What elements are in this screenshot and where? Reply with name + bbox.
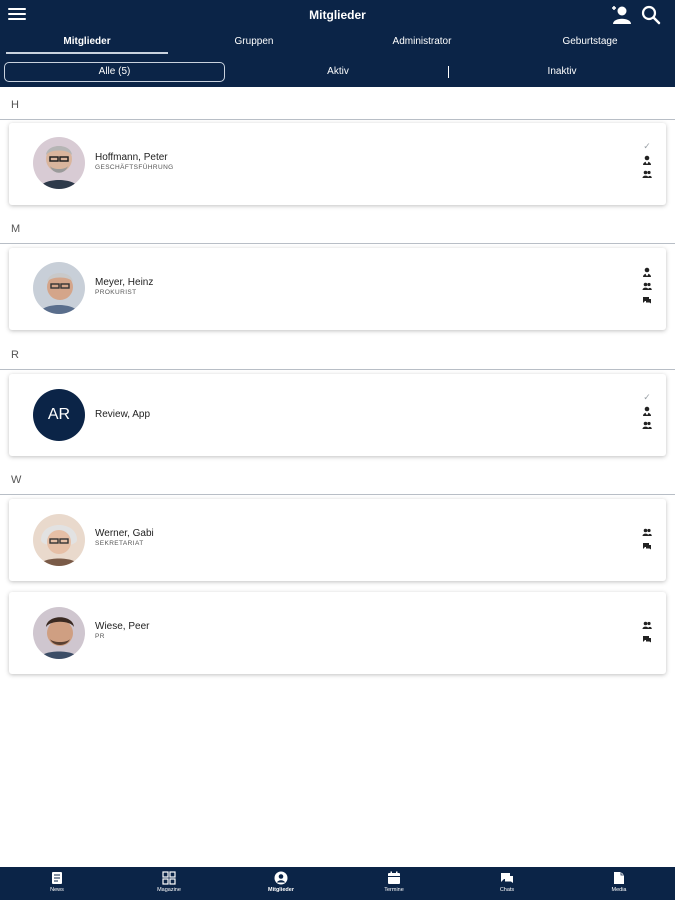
- admin-icon: [643, 155, 651, 165]
- member-role: PROKURIST: [95, 289, 137, 296]
- chat-icon: [643, 636, 651, 643]
- app-bar: Mitglieder Mitglieder Gruppen Administra…: [0, 0, 675, 87]
- nav-magazine[interactable]: Magazine: [139, 871, 199, 893]
- check-icon: ✓: [643, 392, 651, 402]
- nav-label: Media: [611, 887, 627, 893]
- avatar: [33, 262, 85, 314]
- member-name: Hoffmann, Peter: [95, 152, 168, 163]
- person-icon: [274, 871, 288, 885]
- avatar: [33, 607, 85, 659]
- group-icon: [642, 282, 652, 290]
- group-icon: [642, 621, 652, 629]
- filter-alle[interactable]: Alle (5): [4, 62, 225, 82]
- admin-icon: [643, 267, 651, 277]
- section-header: W: [0, 465, 675, 495]
- nav-media[interactable]: Media: [589, 871, 649, 893]
- member-card[interactable]: Meyer, Heinz PROKURIST: [9, 248, 666, 330]
- tab-administrator[interactable]: Administrator: [340, 36, 504, 47]
- status-icons: [640, 267, 654, 309]
- member-name: Wiese, Peer: [95, 621, 150, 632]
- calendar-icon: [388, 871, 400, 884]
- status-icons: [640, 620, 654, 648]
- nav-label: Chats: [499, 887, 515, 893]
- section-header: R: [0, 340, 675, 370]
- nav-mitglieder[interactable]: Mitglieder: [251, 871, 311, 893]
- nav-label: Mitglieder: [268, 887, 294, 893]
- filter-divider: [448, 66, 449, 78]
- bottom-navigation: News Magazine Mitglieder Termine Chats M…: [0, 867, 675, 900]
- tab-geburtstage[interactable]: Geburtstage: [508, 36, 672, 47]
- member-name: Meyer, Heinz: [95, 277, 154, 288]
- nav-termine[interactable]: Termine: [364, 871, 424, 893]
- status-icons: ✓: [640, 392, 654, 434]
- filter-inaktiv[interactable]: Inaktiv: [452, 62, 672, 82]
- filter-bar: Alle (5) Aktiv Inaktiv: [0, 62, 675, 82]
- active-tab-indicator: [6, 52, 168, 54]
- group-icon: [642, 170, 652, 178]
- section-header: M: [0, 214, 675, 244]
- member-card[interactable]: AR Review, App ✓: [9, 374, 666, 456]
- member-role: GESCHÄFTSFÜHRUNG: [95, 164, 174, 171]
- nav-news[interactable]: News: [27, 871, 87, 893]
- avatar: AR: [33, 389, 85, 441]
- filter-aktiv[interactable]: Aktiv: [228, 62, 448, 82]
- admin-icon: [643, 406, 651, 416]
- member-card[interactable]: Hoffmann, Peter GESCHÄFTSFÜHRUNG ✓: [9, 123, 666, 205]
- member-card[interactable]: Werner, Gabi SEKRETARIAT: [9, 499, 666, 581]
- tab-gruppen[interactable]: Gruppen: [172, 36, 336, 47]
- avatar: [33, 514, 85, 566]
- nav-chats[interactable]: Chats: [477, 871, 537, 893]
- group-icon: [642, 421, 652, 429]
- file-icon: [614, 872, 624, 884]
- page-title: Mitglieder: [309, 8, 366, 22]
- member-card[interactable]: Wiese, Peer PR: [9, 592, 666, 674]
- check-icon: ✓: [643, 141, 651, 151]
- status-icons: ✓: [640, 141, 654, 183]
- search-icon[interactable]: [641, 5, 661, 25]
- section-header: H: [0, 90, 675, 120]
- section-letter: M: [11, 223, 21, 235]
- section-letter: W: [11, 474, 22, 486]
- news-icon: [52, 872, 62, 884]
- nav-label: News: [50, 887, 64, 893]
- chat-icon: [643, 543, 651, 550]
- chat-icon: [501, 873, 513, 883]
- member-name: Review, App: [95, 409, 151, 420]
- member-name: Werner, Gabi: [95, 528, 154, 539]
- group-icon: [642, 528, 652, 536]
- member-role: PR: [95, 633, 105, 640]
- chat-icon: [643, 297, 651, 304]
- status-icons: [640, 527, 654, 555]
- member-role: SEKRETARIAT: [95, 540, 144, 547]
- avatar: [33, 137, 85, 189]
- tab-mitglieder[interactable]: Mitglieder: [6, 36, 168, 47]
- nav-label: Termine: [384, 887, 404, 893]
- section-letter: H: [11, 99, 19, 111]
- grid-icon: [162, 871, 176, 885]
- nav-label: Magazine: [157, 887, 181, 893]
- section-letter: R: [11, 349, 19, 361]
- add-person-icon[interactable]: [611, 5, 633, 25]
